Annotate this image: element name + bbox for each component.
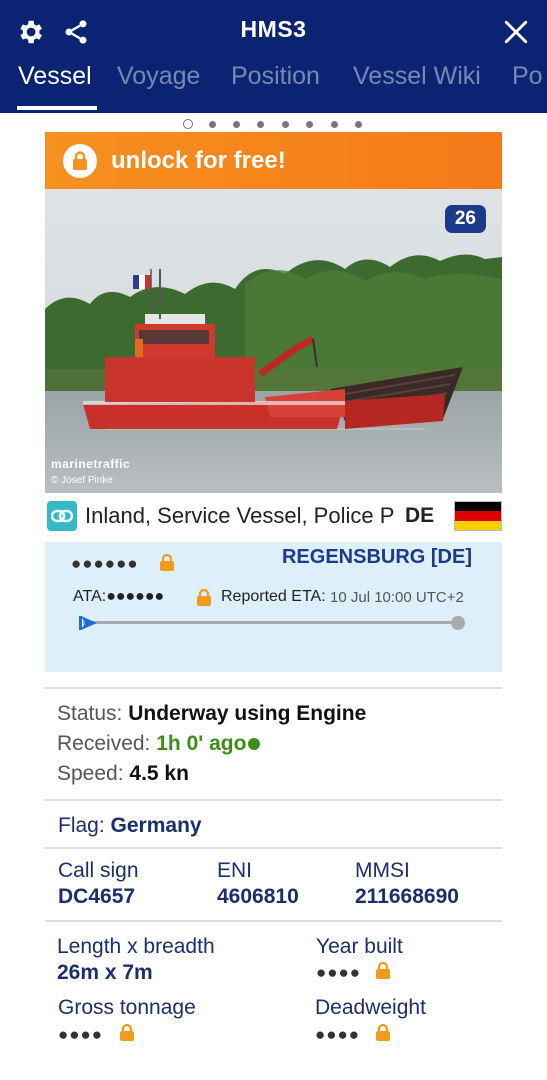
mmsi-value: 211668690 <box>355 885 459 908</box>
photo-count-badge[interactable]: 26 <box>444 205 486 233</box>
tab-position[interactable]: Position <box>231 62 320 91</box>
link-icon <box>47 501 77 531</box>
lock-icon <box>63 143 97 178</box>
deadweight-masked: ●●●● <box>315 1025 361 1044</box>
gross-tonnage-masked: ●●●● <box>58 1025 104 1044</box>
lock-icon <box>375 961 391 985</box>
year-built-masked: ●●●● <box>316 963 362 982</box>
speed-value: 4.5 kn <box>129 762 189 785</box>
page-title: HMS3 <box>240 16 307 42</box>
ata-masked: ●●●●●● <box>106 588 165 605</box>
speed-row: Speed: 4.5 kn <box>57 762 189 785</box>
close-icon[interactable] <box>498 14 534 50</box>
page-dot-active[interactable] <box>183 119 193 129</box>
germany-flag-icon <box>454 501 502 531</box>
eta-value: 10 Jul 10:00 UTC+2 <box>330 589 464 606</box>
gross-tonnage-label: Gross tonnage <box>58 996 196 1019</box>
page-dot[interactable] <box>233 121 240 128</box>
eni-value: 4606810 <box>217 885 299 908</box>
flag-code: DE <box>405 504 435 527</box>
year-built-label: Year built <box>316 935 403 958</box>
photo-credit: © Josef Pinke <box>51 475 113 486</box>
page-dot[interactable] <box>282 121 289 128</box>
vessel-photo[interactable]: 26 marinetraffic © Josef Pinke <box>45 189 502 493</box>
deadweight-label: Deadweight <box>315 996 426 1019</box>
divider <box>45 799 502 801</box>
divider <box>45 687 502 689</box>
page-dot[interactable] <box>209 121 216 128</box>
divider <box>45 920 502 922</box>
received-value: 1h 0' ago <box>156 732 247 755</box>
tab-vessel-wiki[interactable]: Vessel Wiki <box>353 62 481 91</box>
lock-icon <box>159 553 175 577</box>
vessel-type-row: Inland, Service Vessel, Police Pa DE <box>45 497 502 535</box>
tab-vessel[interactable]: Vessel <box>18 62 92 91</box>
page-dot[interactable] <box>355 121 362 128</box>
callsign-label: Call sign <box>58 859 139 882</box>
origin-masked: ●●●●●● <box>71 554 139 573</box>
vessel-photo-image <box>45 189 502 493</box>
page-indicator <box>0 119 547 131</box>
status-row: Status: Underway using Engine <box>57 702 367 725</box>
destination-marker <box>451 616 465 630</box>
voyage-progress-track <box>83 621 463 624</box>
photo-watermark: marinetraffic <box>51 457 131 471</box>
tab-more[interactable]: Po <box>512 62 543 91</box>
tab-voyage[interactable]: Voyage <box>117 62 200 91</box>
app-header: HMS3 Vessel Voyage Position Vessel Wiki … <box>0 0 547 113</box>
eni-label: ENI <box>217 859 253 882</box>
voyage-panel[interactable]: ●●●●●● REGENSBURG [DE] ATA:●●●●●● Report… <box>45 542 502 672</box>
vessel-position-marker-icon <box>79 614 103 637</box>
flag-value: Germany <box>110 814 202 837</box>
lock-icon <box>119 1023 135 1047</box>
tab-bar: Vessel Voyage Position Vessel Wiki Po <box>0 60 547 113</box>
unlock-label: unlock for free! <box>111 146 286 174</box>
eta-label: Reported ETA: <box>221 588 326 605</box>
mmsi-label: MMSI <box>355 859 410 882</box>
vessel-type: Inland, Service Vessel, Police Pa <box>85 503 395 528</box>
page-dot[interactable] <box>306 121 313 128</box>
length-value: 26m x 7m <box>57 961 153 984</box>
flag-row: Flag: Germany <box>58 814 202 837</box>
page-dot[interactable] <box>257 121 264 128</box>
active-tab-indicator <box>17 106 97 110</box>
received-row: Received: 1h 0' ago <box>57 732 261 756</box>
length-label: Length x breadth <box>57 935 215 958</box>
online-status-dot <box>248 738 261 751</box>
destination-port[interactable]: REGENSBURG [DE] <box>282 546 472 569</box>
page-dot[interactable] <box>331 121 338 128</box>
callsign-value: DC4657 <box>58 885 136 908</box>
unlock-banner[interactable]: unlock for free! <box>45 132 502 189</box>
ata-label: ATA:●●●●●● <box>73 588 165 605</box>
divider <box>45 847 502 849</box>
lock-icon <box>375 1023 391 1047</box>
lock-icon <box>196 588 212 612</box>
status-value: Underway using Engine <box>128 702 367 725</box>
